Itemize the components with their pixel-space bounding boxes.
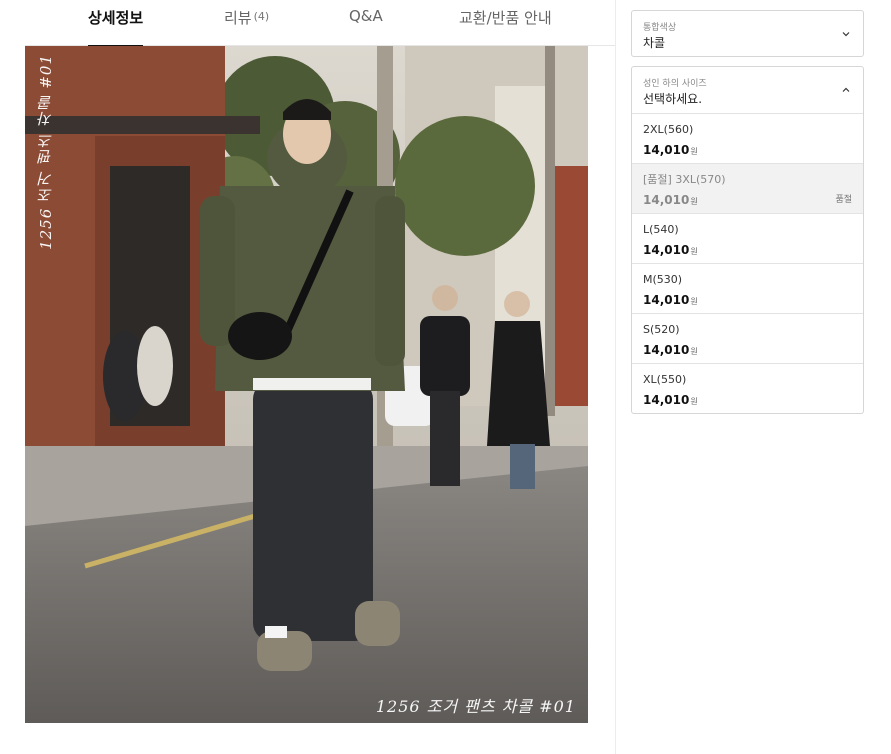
tab-detail-info[interactable]: 상세정보 bbox=[88, 0, 144, 47]
size-name: L(540) bbox=[643, 223, 679, 236]
price-unit: 원 bbox=[690, 397, 698, 406]
size-name: M(530) bbox=[643, 273, 683, 286]
tab-label: Q&A bbox=[349, 7, 383, 25]
product-detail-photo: 1256 조거 팬츠 차콜 #01 1256 조거 팬츠 차콜 #01 bbox=[25, 46, 588, 723]
size-option-s[interactable]: S(520) 14,010원 bbox=[632, 313, 863, 363]
color-option-value: 차콜 bbox=[643, 36, 666, 50]
column-divider bbox=[615, 0, 616, 754]
photo-caption-bottom: 1256 조거 팬츠 차콜 #01 bbox=[375, 697, 576, 716]
color-option-select[interactable]: 통합색상 차콜 bbox=[631, 10, 864, 57]
size-option-l[interactable]: L(540) 14,010원 bbox=[632, 213, 863, 263]
street-photo-illustration bbox=[25, 46, 588, 723]
chevron-down-icon bbox=[842, 30, 850, 38]
size-option-xl[interactable]: XL(550) 14,010원 bbox=[632, 363, 863, 413]
tab-label: 리뷰 bbox=[224, 9, 252, 27]
color-option-label: 통합색상 bbox=[643, 23, 677, 33]
price-unit: 원 bbox=[690, 247, 698, 256]
price-value: 14,010 bbox=[643, 193, 690, 207]
review-count: (4) bbox=[253, 10, 270, 23]
price-value: 14,010 bbox=[643, 393, 690, 407]
size-name: 2XL(560) bbox=[643, 123, 694, 136]
product-tab-bar: 상세정보 리뷰 (4) Q&A 교환/반품 안내 bbox=[25, 0, 615, 47]
tab-exchange-return[interactable]: 교환/반품 안내 bbox=[459, 0, 552, 46]
size-option-m[interactable]: M(530) 14,010원 bbox=[632, 263, 863, 313]
tab-label: 교환/반품 안내 bbox=[459, 9, 552, 27]
size-name: S(520) bbox=[643, 323, 680, 336]
size-option-list: 2XL(560) 14,010원 [품절] 3XL(570) 14,010원 품… bbox=[631, 113, 864, 414]
price-value: 14,010 bbox=[643, 293, 690, 307]
size-price: 14,010원 bbox=[643, 343, 852, 359]
price-unit: 원 bbox=[690, 297, 698, 306]
size-option-label: 성인 하의 사이즈 bbox=[643, 79, 707, 89]
price-value: 14,010 bbox=[643, 243, 690, 257]
size-option-3xl-soldout[interactable]: [품절] 3XL(570) 14,010원 품절 bbox=[632, 163, 863, 213]
tab-qna[interactable]: Q&A bbox=[349, 0, 383, 46]
size-name: [품절] 3XL(570) bbox=[643, 173, 726, 186]
price-unit: 원 bbox=[690, 147, 698, 156]
chevron-up-icon bbox=[842, 86, 850, 94]
size-price: 14,010원 bbox=[643, 143, 852, 159]
size-price: 14,010원 bbox=[643, 193, 852, 209]
soldout-badge: 품절 bbox=[835, 195, 852, 205]
tab-label: 상세정보 bbox=[88, 9, 144, 27]
price-unit: 원 bbox=[690, 197, 698, 206]
size-option-select[interactable]: 성인 하의 사이즈 선택하세요. bbox=[631, 66, 864, 114]
size-price: 14,010원 bbox=[643, 243, 852, 259]
tab-reviews[interactable]: 리뷰 (4) bbox=[224, 0, 269, 46]
photo-caption-side: 1256 조거 팬츠 차콜 #01 bbox=[37, 54, 55, 250]
size-price: 14,010원 bbox=[643, 393, 852, 409]
size-name: XL(550) bbox=[643, 373, 687, 386]
size-option-placeholder: 선택하세요. bbox=[643, 92, 703, 106]
price-value: 14,010 bbox=[643, 343, 690, 357]
price-value: 14,010 bbox=[643, 143, 690, 157]
size-price: 14,010원 bbox=[643, 293, 852, 309]
size-option-2xl[interactable]: 2XL(560) 14,010원 bbox=[632, 113, 863, 163]
price-unit: 원 bbox=[690, 347, 698, 356]
